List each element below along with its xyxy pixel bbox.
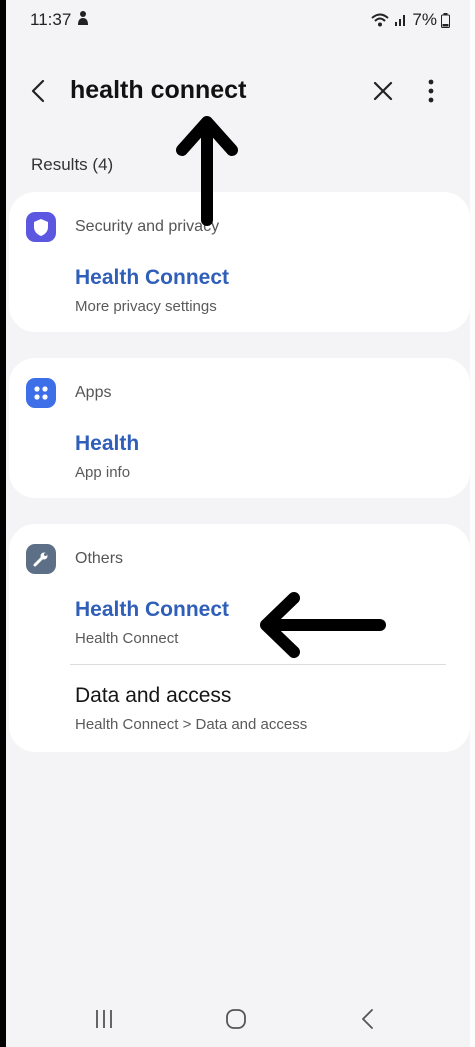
status-time: 11:37 (30, 10, 72, 29)
more-vert-icon (428, 79, 434, 103)
result-title: Health Connect (75, 598, 230, 621)
result-title: Health (75, 432, 140, 455)
result-title: Health Connect (75, 266, 230, 289)
result-subtitle: App info (75, 464, 131, 481)
home-button[interactable] (216, 1004, 256, 1034)
close-icon (373, 81, 393, 101)
result-subtitle: More privacy settings (75, 298, 217, 315)
back-button[interactable] (24, 76, 54, 106)
recents-icon (96, 1010, 112, 1028)
wifi-icon (370, 12, 390, 28)
left-arrow-annotation (260, 592, 386, 658)
result-card-others: Others Health Connect Health Connect Dat… (9, 524, 470, 752)
clear-search-button[interactable] (368, 76, 398, 106)
battery-text: 7% (412, 10, 437, 29)
person-icon (76, 10, 90, 31)
search-input[interactable]: health connect (70, 76, 246, 105)
results-count: Results (4) (31, 155, 114, 174)
system-nav-bar (6, 990, 470, 1047)
signal-icon (394, 13, 408, 27)
divider (70, 664, 446, 665)
result-item-health-app[interactable]: Health App info (9, 430, 470, 490)
status-bar: 11:37 7% (6, 0, 470, 40)
category-label: Apps (75, 384, 112, 401)
battery-icon (441, 12, 450, 28)
wrench-icon (26, 544, 56, 574)
category-label: Others (75, 550, 124, 567)
result-item-health-connect[interactable]: Health Connect Health Connect (9, 596, 470, 656)
more-options-button[interactable] (416, 76, 446, 106)
shield-icon (26, 212, 56, 242)
result-subtitle: Health Connect (75, 630, 179, 647)
result-subtitle: Health Connect > Data and access (75, 716, 308, 733)
result-card-apps: Apps Health App info (9, 358, 470, 498)
home-icon (226, 1009, 246, 1029)
result-title: Data and access (75, 684, 232, 707)
result-item-health-connect-privacy[interactable]: Health Connect More privacy settings (9, 264, 470, 324)
back-icon (31, 79, 45, 103)
back-nav-icon (362, 1009, 373, 1029)
apps-grid-icon (26, 378, 56, 408)
result-item-data-and-access[interactable]: Data and access Health Connect > Data an… (9, 682, 470, 742)
up-arrow-annotation (176, 116, 238, 226)
recents-button[interactable] (84, 1004, 124, 1034)
status-icons: 7% (370, 10, 450, 30)
settings-search-screen: 11:37 7% health connect Results (4) Secu… (6, 0, 470, 1047)
back-nav-button[interactable] (348, 1004, 388, 1034)
